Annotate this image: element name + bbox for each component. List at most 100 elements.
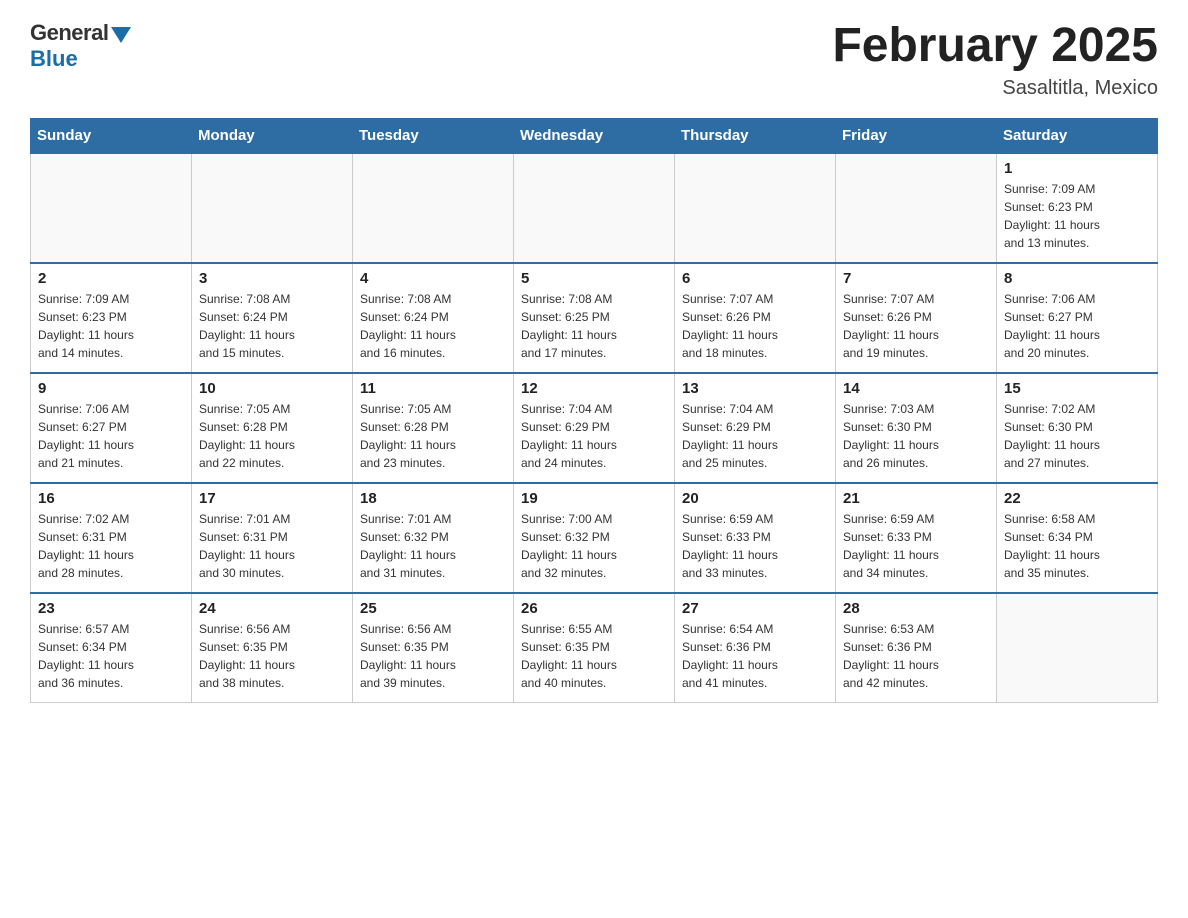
day-info: Sunrise: 7:06 AM Sunset: 6:27 PM Dayligh… — [1004, 290, 1150, 362]
calendar-cell: 23 Sunrise: 6:57 AM Sunset: 6:34 PM Dayli… — [31, 593, 192, 703]
day-number: 10 — [199, 380, 345, 397]
day-info: Sunrise: 7:04 AM Sunset: 6:29 PM Dayligh… — [521, 400, 667, 472]
day-info: Sunrise: 7:01 AM Sunset: 6:31 PM Dayligh… — [199, 510, 345, 582]
day-info: Sunrise: 6:58 AM Sunset: 6:34 PM Dayligh… — [1004, 510, 1150, 582]
day-number: 14 — [843, 380, 989, 397]
day-info: Sunrise: 7:03 AM Sunset: 6:30 PM Dayligh… — [843, 400, 989, 472]
day-number: 16 — [38, 490, 184, 507]
calendar-cell: 16 Sunrise: 7:02 AM Sunset: 6:31 PM Dayli… — [31, 483, 192, 593]
calendar-cell: 17Sunrise: 7:01 AM Sunset: 6:31 PM Dayli… — [192, 483, 353, 593]
calendar-cell: 2 Sunrise: 7:09 AM Sunset: 6:23 PM Daylig… — [31, 263, 192, 373]
day-info: Sunrise: 7:08 AM Sunset: 6:24 PM Dayligh… — [199, 290, 345, 362]
logo-general-text: General — [30, 20, 108, 46]
day-number: 2 — [38, 270, 184, 287]
logo-arrow-icon — [111, 27, 131, 43]
calendar-cell — [675, 153, 836, 263]
calendar-cell: 18Sunrise: 7:01 AM Sunset: 6:32 PM Dayli… — [353, 483, 514, 593]
day-number: 18 — [360, 490, 506, 507]
calendar-header-saturday: Saturday — [997, 118, 1158, 153]
day-info: Sunrise: 6:59 AM Sunset: 6:33 PM Dayligh… — [843, 510, 989, 582]
day-info: Sunrise: 6:59 AM Sunset: 6:33 PM Dayligh… — [682, 510, 828, 582]
day-info: Sunrise: 7:08 AM Sunset: 6:24 PM Dayligh… — [360, 290, 506, 362]
calendar-cell: 5 Sunrise: 7:08 AM Sunset: 6:25 PM Daylig… — [514, 263, 675, 373]
day-info: Sunrise: 7:04 AM Sunset: 6:29 PM Dayligh… — [682, 400, 828, 472]
day-info: Sunrise: 7:02 AM Sunset: 6:31 PM Dayligh… — [38, 510, 184, 582]
day-number: 24 — [199, 600, 345, 617]
calendar-cell: 8 Sunrise: 7:06 AM Sunset: 6:27 PM Daylig… — [997, 263, 1158, 373]
title-section: February 2025 Sasaltitla, Mexico — [832, 20, 1158, 100]
day-number: 3 — [199, 270, 345, 287]
calendar-header-tuesday: Tuesday — [353, 118, 514, 153]
calendar-cell: 20 Sunrise: 6:59 AM Sunset: 6:33 PM Dayli… — [675, 483, 836, 593]
calendar-cell: 21 Sunrise: 6:59 AM Sunset: 6:33 PM Dayli… — [836, 483, 997, 593]
day-number: 1 — [1004, 160, 1150, 177]
calendar-cell: 9Sunrise: 7:06 AM Sunset: 6:27 PM Daylig… — [31, 373, 192, 483]
calendar-cell: 26 Sunrise: 6:55 AM Sunset: 6:35 PM Dayli… — [514, 593, 675, 703]
day-number: 4 — [360, 270, 506, 287]
calendar-cell: 4 Sunrise: 7:08 AM Sunset: 6:24 PM Daylig… — [353, 263, 514, 373]
day-info: Sunrise: 7:09 AM Sunset: 6:23 PM Dayligh… — [1004, 180, 1150, 252]
day-info: Sunrise: 7:09 AM Sunset: 6:23 PM Dayligh… — [38, 290, 184, 362]
calendar-cell: 24 Sunrise: 6:56 AM Sunset: 6:35 PM Dayli… — [192, 593, 353, 703]
day-info: Sunrise: 7:07 AM Sunset: 6:26 PM Dayligh… — [843, 290, 989, 362]
day-number: 13 — [682, 380, 828, 397]
day-number: 20 — [682, 490, 828, 507]
calendar-week-row: 2 Sunrise: 7:09 AM Sunset: 6:23 PM Daylig… — [31, 263, 1158, 373]
day-info: Sunrise: 6:54 AM Sunset: 6:36 PM Dayligh… — [682, 620, 828, 692]
page-title: February 2025 — [832, 20, 1158, 73]
calendar-table: SundayMondayTuesdayWednesdayThursdayFrid… — [30, 118, 1158, 704]
page-subtitle: Sasaltitla, Mexico — [832, 77, 1158, 100]
day-number: 5 — [521, 270, 667, 287]
calendar-cell — [514, 153, 675, 263]
day-number: 9 — [38, 380, 184, 397]
day-number: 6 — [682, 270, 828, 287]
calendar-cell — [192, 153, 353, 263]
day-number: 19 — [521, 490, 667, 507]
calendar-header-monday: Monday — [192, 118, 353, 153]
day-info: Sunrise: 7:07 AM Sunset: 6:26 PM Dayligh… — [682, 290, 828, 362]
day-number: 23 — [38, 600, 184, 617]
day-number: 22 — [1004, 490, 1150, 507]
calendar-cell: 3 Sunrise: 7:08 AM Sunset: 6:24 PM Daylig… — [192, 263, 353, 373]
day-info: Sunrise: 7:02 AM Sunset: 6:30 PM Dayligh… — [1004, 400, 1150, 472]
calendar-header-thursday: Thursday — [675, 118, 836, 153]
day-number: 21 — [843, 490, 989, 507]
calendar-cell: 10 Sunrise: 7:05 AM Sunset: 6:28 PM Dayli… — [192, 373, 353, 483]
logo: General Blue — [30, 20, 131, 72]
calendar-week-row: 16 Sunrise: 7:02 AM Sunset: 6:31 PM Dayli… — [31, 483, 1158, 593]
day-info: Sunrise: 7:08 AM Sunset: 6:25 PM Dayligh… — [521, 290, 667, 362]
calendar-cell: 1 Sunrise: 7:09 AM Sunset: 6:23 PM Daylig… — [997, 153, 1158, 263]
calendar-week-row: 23 Sunrise: 6:57 AM Sunset: 6:34 PM Dayli… — [31, 593, 1158, 703]
day-number: 28 — [843, 600, 989, 617]
calendar-header-friday: Friday — [836, 118, 997, 153]
calendar-cell: 6 Sunrise: 7:07 AM Sunset: 6:26 PM Daylig… — [675, 263, 836, 373]
day-info: Sunrise: 6:56 AM Sunset: 6:35 PM Dayligh… — [199, 620, 345, 692]
day-number: 12 — [521, 380, 667, 397]
calendar-cell — [997, 593, 1158, 703]
day-number: 26 — [521, 600, 667, 617]
day-number: 27 — [682, 600, 828, 617]
day-number: 7 — [843, 270, 989, 287]
calendar-cell — [836, 153, 997, 263]
day-info: Sunrise: 6:56 AM Sunset: 6:35 PM Dayligh… — [360, 620, 506, 692]
calendar-week-row: 1 Sunrise: 7:09 AM Sunset: 6:23 PM Daylig… — [31, 153, 1158, 263]
day-number: 25 — [360, 600, 506, 617]
calendar-cell: 28 Sunrise: 6:53 AM Sunset: 6:36 PM Dayli… — [836, 593, 997, 703]
calendar-cell: 11Sunrise: 7:05 AM Sunset: 6:28 PM Dayli… — [353, 373, 514, 483]
calendar-cell: 13 Sunrise: 7:04 AM Sunset: 6:29 PM Dayli… — [675, 373, 836, 483]
calendar-cell: 22 Sunrise: 6:58 AM Sunset: 6:34 PM Dayli… — [997, 483, 1158, 593]
day-info: Sunrise: 7:00 AM Sunset: 6:32 PM Dayligh… — [521, 510, 667, 582]
day-number: 15 — [1004, 380, 1150, 397]
page-header: General Blue February 2025 Sasaltitla, M… — [30, 20, 1158, 100]
calendar-header-sunday: Sunday — [31, 118, 192, 153]
calendar-cell: 12 Sunrise: 7:04 AM Sunset: 6:29 PM Dayli… — [514, 373, 675, 483]
day-number: 8 — [1004, 270, 1150, 287]
day-info: Sunrise: 7:05 AM Sunset: 6:28 PM Dayligh… — [199, 400, 345, 472]
day-info: Sunrise: 6:55 AM Sunset: 6:35 PM Dayligh… — [521, 620, 667, 692]
day-number: 11 — [360, 380, 506, 397]
day-info: Sunrise: 6:57 AM Sunset: 6:34 PM Dayligh… — [38, 620, 184, 692]
calendar-cell: 19 Sunrise: 7:00 AM Sunset: 6:32 PM Dayli… — [514, 483, 675, 593]
calendar-cell: 27 Sunrise: 6:54 AM Sunset: 6:36 PM Dayli… — [675, 593, 836, 703]
day-info: Sunrise: 6:53 AM Sunset: 6:36 PM Dayligh… — [843, 620, 989, 692]
calendar-cell: 14 Sunrise: 7:03 AM Sunset: 6:30 PM Dayli… — [836, 373, 997, 483]
